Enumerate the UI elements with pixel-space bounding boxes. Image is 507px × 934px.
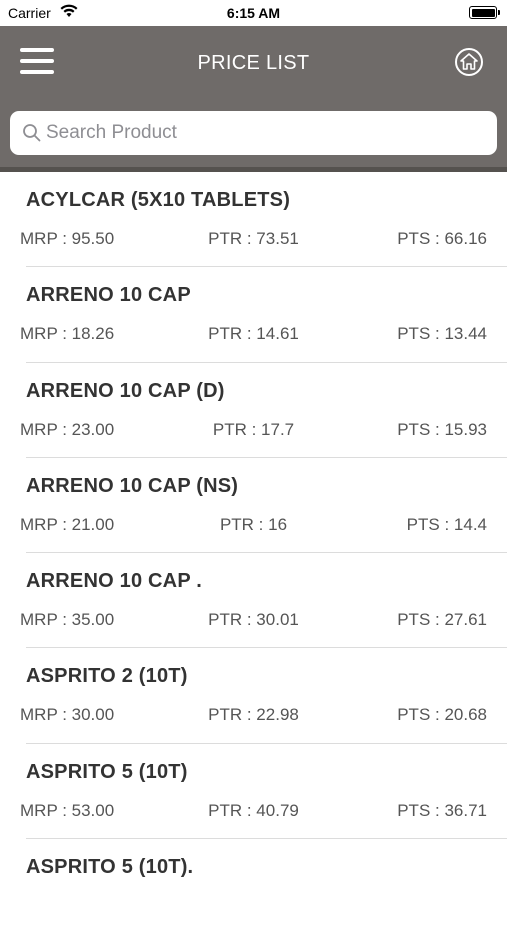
clock: 6:15 AM <box>226 5 281 21</box>
list-item[interactable]: ASPRITO 2 (10T) MRP : 30.00 PTR : 22.98 … <box>0 648 507 744</box>
pts-value: PTS : 14.4 <box>406 514 487 534</box>
product-name: ACYLCAR (5X10 TABLETS) <box>26 189 291 211</box>
page-title: PRICE LIST <box>197 52 310 74</box>
pts-value: PTS : 36.71 <box>397 800 487 820</box>
list-item[interactable]: ASPRITO 5 (10T). <box>0 839 507 934</box>
price-row <box>0 896 507 918</box>
product-name: ARRENO 10 CAP . <box>26 570 203 593</box>
search-icon <box>22 123 42 148</box>
price-row: MRP : 35.00 PTR : 30.01 PTS : 27.61 <box>0 610 507 632</box>
product-name: ASPRITO 2 (10T) <box>26 665 188 688</box>
price-row: MRP : 30.00 PTR : 22.98 PTS : 20.68 <box>0 705 507 727</box>
pts-value: PTS : 27.61 <box>397 610 487 630</box>
pts-value: PTS : 20.68 <box>397 705 487 725</box>
product-name: ASPRITO 5 (10T) <box>26 760 188 783</box>
status-bar: Carrier 6:15 AM <box>0 0 507 26</box>
search-input[interactable] <box>46 111 486 155</box>
search-box[interactable] <box>10 111 497 155</box>
price-row: MRP : 53.00 PTR : 40.79 PTS : 36.71 <box>0 801 507 823</box>
app-header: PRICE LIST <box>0 26 507 99</box>
list-item[interactable]: ARRENO 10 CAP (D) MRP : 23.00 PTR : 17.7… <box>0 363 507 458</box>
list-item[interactable]: ACYLCAR (5X10 TABLETS) MRP : 95.50 PTR :… <box>0 172 507 268</box>
price-row: MRP : 95.50 PTR : 73.51 PTS : 66.16 <box>0 229 507 251</box>
price-row: MRP : 21.00 PTR : 16 PTS : 14.4 <box>0 515 507 537</box>
pts-value: PTS : 66.16 <box>397 229 487 248</box>
price-row: MRP : 23.00 PTR : 17.7 PTS : 15.93 <box>0 420 507 442</box>
product-list: ACYLCAR (5X10 TABLETS) MRP : 95.50 PTR :… <box>0 172 507 934</box>
product-name: ASPRITO 5 (10T). <box>26 856 194 879</box>
price-row: MRP : 18.26 PTR : 14.61 PTS : 13.44 <box>0 324 507 346</box>
pts-value: PTS : 13.44 <box>397 324 487 344</box>
search-area <box>0 99 507 167</box>
pts-value: PTS : 15.93 <box>397 419 487 439</box>
battery-icon <box>469 6 500 19</box>
list-item[interactable]: ARRENO 10 CAP (NS) MRP : 21.00 PTR : 16 … <box>0 458 507 554</box>
list-item[interactable]: ARRENO 10 CAP MRP : 18.26 PTR : 14.61 PT… <box>0 267 507 363</box>
product-name: ARRENO 10 CAP (NS) <box>26 474 239 497</box>
list-item[interactable]: ASPRITO 5 (10T) MRP : 53.00 PTR : 40.79 … <box>0 744 507 840</box>
list-item[interactable]: ARRENO 10 CAP . MRP : 35.00 PTR : 30.01 … <box>0 553 507 649</box>
product-name: ARRENO 10 CAP <box>26 284 191 307</box>
product-name: ARRENO 10 CAP (D) <box>26 379 225 402</box>
home-icon[interactable] <box>455 48 483 76</box>
